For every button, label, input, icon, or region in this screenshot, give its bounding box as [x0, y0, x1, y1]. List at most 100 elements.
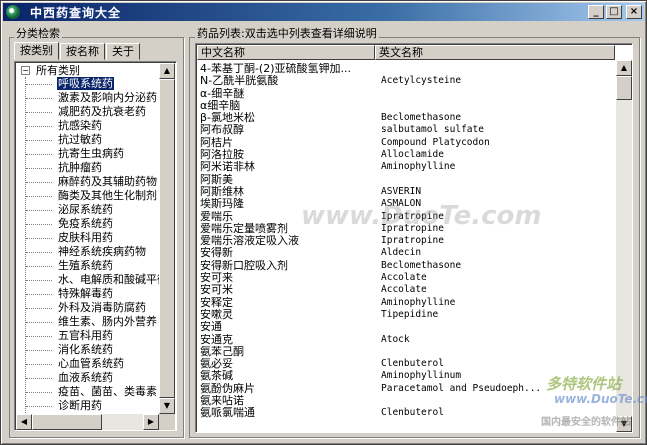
list-row[interactable]: 阿布叔醇 salbutamol sulfate — [200, 124, 615, 136]
list-row[interactable]: 安得新 Aldecin — [200, 247, 615, 259]
english-name-cell — [381, 88, 615, 100]
corner-watermark-brand: 多特软件站 — [546, 375, 622, 393]
scroll-right-icon[interactable]: ▶ — [143, 414, 159, 430]
chinese-name-cell: 氨酚伪麻片 — [200, 382, 255, 395]
list-row[interactable]: 氨必妥 Clenbuterol — [200, 358, 615, 370]
list-row[interactable]: α细辛脑 — [200, 100, 615, 112]
tree-item[interactable]: 血液系统药 — [26, 371, 159, 385]
list-row[interactable]: β-氯地米松 Beclomethasone — [200, 112, 615, 124]
list-row[interactable]: N-乙酰半胱氨酸 Acetylcysteine — [200, 75, 615, 87]
list-row[interactable]: 阿洛拉胺 Alloclamide — [200, 149, 615, 161]
title-bar[interactable]: 中西药查询大全 _ □ × — [3, 3, 644, 21]
tree-root[interactable]: − 所有类别 — [17, 64, 159, 77]
category-tree[interactable]: − 所有类别 呼吸系统药 激素及影响内分泌药 减肥药及抗衰老药 抗感染药 抗过敏药 抗寄生… — [14, 61, 177, 431]
list-row[interactable]: 氨苯己酮 — [200, 346, 615, 358]
chinese-name-cell: 安可米 — [200, 284, 233, 297]
list-scroll-thumb[interactable] — [616, 76, 632, 100]
list-row[interactable]: 阿斯美 — [200, 174, 615, 186]
chinese-name-cell: 4-苯基丁酮-(2)亚硫酸氢钾加... — [200, 63, 352, 75]
hscroll-thumb[interactable] — [32, 414, 102, 430]
tree-item[interactable]: 生殖系统药 — [26, 259, 159, 273]
chinese-name-cell: 阿斯维林 — [200, 185, 244, 198]
tree-item[interactable]: 五官科用药 — [26, 329, 159, 343]
tree-item[interactable]: 免疫系统药 — [26, 217, 159, 231]
tree-item[interactable]: 酶类及其他生化制剂 — [26, 189, 159, 203]
tree-item[interactable]: 抗过敏药 — [26, 133, 159, 147]
list-scroll-up-icon[interactable]: ▲ — [616, 60, 632, 76]
scroll-down-icon[interactable]: ▼ — [159, 398, 175, 414]
tree-item-label: 呼吸系统药 — [57, 77, 114, 90]
column-header-chinese-name[interactable]: 中文名称 — [197, 45, 375, 60]
english-name-cell: Aminophylline — [381, 296, 456, 308]
tree-item-label: 特殊解毒药 — [58, 287, 113, 300]
list-row[interactable]: 安可来 Accolate — [200, 272, 615, 284]
list-row[interactable]: 爱喘乐溶液定吸入液 Ipratropine — [200, 235, 615, 247]
app-icon[interactable] — [6, 5, 20, 19]
scroll-thumb[interactable] — [159, 79, 175, 398]
tree-item[interactable]: 水、电解质和酸碱平衡 — [26, 273, 159, 287]
tree-item[interactable]: 减肥药及抗衰老药 — [26, 105, 159, 119]
english-name-cell: salbutamol sulfate — [381, 124, 484, 136]
maximize-button[interactable]: □ — [606, 5, 622, 19]
chinese-name-cell: β-氯地米松 — [200, 112, 255, 125]
tree-item-label: 抗肿瘤药 — [58, 161, 102, 174]
chinese-name-cell: α-细辛醚 — [200, 87, 245, 100]
tree-item[interactable]: 麻醉药及其辅助药物 — [26, 175, 159, 189]
tree-item-label: 减肥药及抗衰老药 — [58, 105, 146, 118]
corner-watermark-url: www.DuoTe.com — [554, 392, 647, 406]
list-row[interactable]: 安通 — [200, 321, 615, 333]
column-header-english-name[interactable]: 英文名称 — [375, 45, 615, 60]
list-row[interactable]: 阿桔片 Compound Platycodon — [200, 137, 615, 149]
tree-item[interactable]: 抗肿瘤药 — [26, 161, 159, 175]
scroll-left-icon[interactable]: ◀ — [16, 414, 32, 430]
tree-content: − 所有类别 呼吸系统药 激素及影响内分泌药 减肥药及抗衰老药 抗感染药 抗过敏药 抗寄生… — [17, 64, 159, 413]
window-controls: _ □ × — [588, 5, 642, 19]
chinese-name-cell: 氨茶碱 — [200, 370, 233, 383]
corner-watermark-slogan: 国内最安全的软件站 — [541, 417, 631, 428]
list-row[interactable]: 安通克 Atock — [200, 334, 615, 346]
scroll-up-icon[interactable]: ▲ — [159, 63, 175, 79]
list-row[interactable]: α-细辛醚 — [200, 88, 615, 100]
list-row[interactable]: 阿斯维林 ASVERIN — [200, 186, 615, 198]
tree-item-label: 激素及影响内分泌药 — [58, 91, 157, 104]
tree-item[interactable]: 诊断用药 — [26, 399, 159, 413]
chinese-name-cell: 阿洛拉胺 — [200, 149, 244, 162]
tree-item[interactable]: 抗感染药 — [26, 119, 159, 133]
tree-item[interactable]: 特殊解毒药 — [26, 287, 159, 301]
tree-item[interactable]: 维生素、肠内外营养 — [26, 315, 159, 329]
english-name-cell — [381, 346, 615, 358]
chinese-name-cell: 阿布叔醇 — [200, 124, 244, 137]
scroll-corner — [159, 414, 175, 430]
list-row[interactable]: 安嗽灵 Tipepidine — [200, 309, 615, 321]
tab-by-name[interactable]: 按名称 — [60, 43, 105, 60]
tree-item[interactable]: 激素及影响内分泌药 — [26, 91, 159, 105]
tree-item[interactable]: 疫苗、菌苗、类毒素 — [26, 385, 159, 399]
tree-item[interactable]: 抗寄生虫病药 — [26, 147, 159, 161]
list-row[interactable]: 氨来呫诺 — [200, 395, 615, 407]
tree-item[interactable]: 呼吸系统药 — [26, 77, 159, 91]
tree-horizontal-scrollbar[interactable]: ◀ ▶ — [16, 414, 159, 430]
tab-by-category[interactable]: 按类别 — [14, 42, 59, 60]
chinese-name-cell: 安嗽灵 — [200, 308, 233, 321]
chinese-name-cell: 阿桔片 — [200, 136, 233, 149]
tree-item[interactable]: 外科及消毒防腐药 — [26, 301, 159, 315]
list-row[interactable]: 安得新口腔吸入剂 Beclomethasone — [200, 260, 615, 272]
list-row[interactable]: 安可米 Accolate — [200, 284, 615, 296]
tab-about[interactable]: 关于 — [106, 43, 140, 60]
list-row[interactable]: 安释定 Aminophylline — [200, 297, 615, 309]
tree-vertical-scrollbar[interactable]: ▲ ▼ — [159, 63, 175, 414]
tree-item[interactable]: 消化系统药 — [26, 343, 159, 357]
tree-item[interactable]: 心血管系统药 — [26, 357, 159, 371]
chinese-name-cell: 安得新 — [200, 247, 233, 260]
chinese-name-cell: 安通 — [200, 321, 222, 334]
tree-item[interactable]: 皮肤科用药 — [26, 231, 159, 245]
tree-item[interactable]: 神经系统疾病药物 — [26, 245, 159, 259]
collapse-icon[interactable]: − — [21, 66, 30, 75]
close-button[interactable]: × — [626, 5, 642, 19]
tree-item[interactable]: 泌尿系统药 — [26, 203, 159, 217]
minimize-button[interactable]: _ — [588, 5, 604, 19]
list-row[interactable]: 4-苯基丁酮-(2)亚硫酸氢钾加... — [200, 63, 615, 75]
list-row[interactable]: 阿米诺非林 Aminophylline — [200, 161, 615, 173]
english-name-cell — [381, 174, 615, 186]
english-name-cell: Tipepidine — [381, 308, 439, 320]
